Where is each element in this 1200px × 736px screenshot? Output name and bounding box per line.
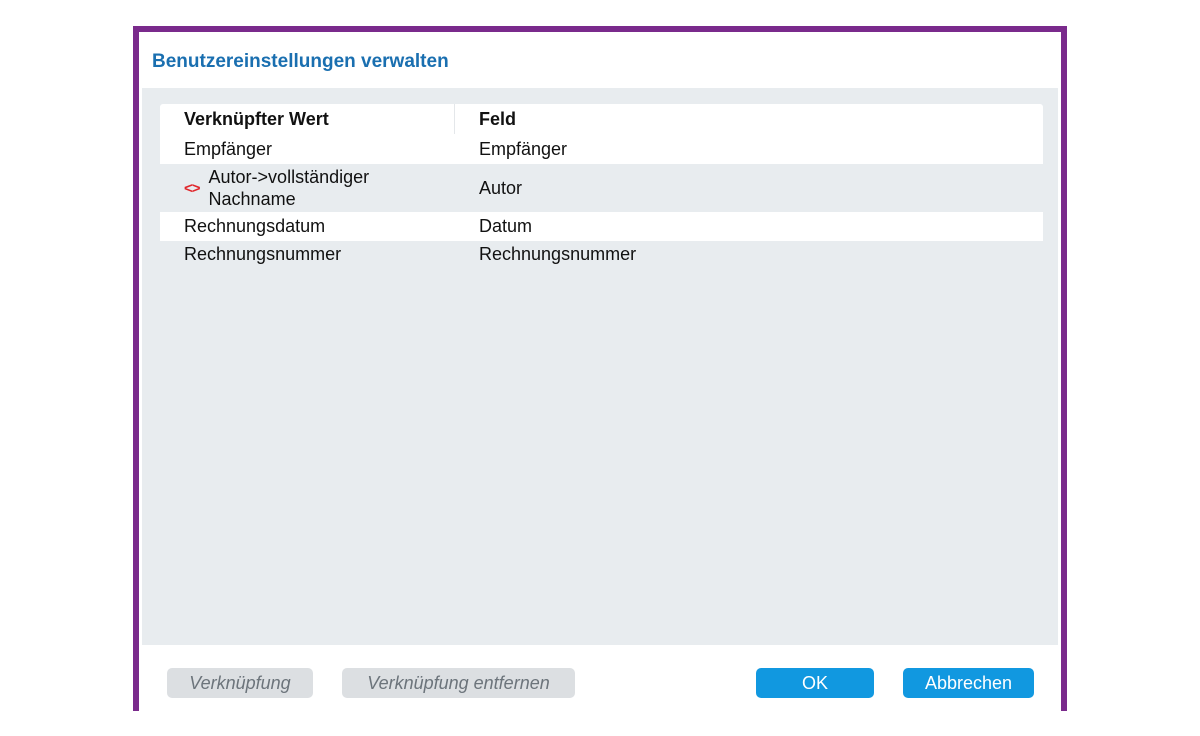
link-button[interactable]: Verknüpfung xyxy=(167,668,313,698)
ok-button[interactable]: OK xyxy=(756,668,874,698)
linked-value-cell: Empfänger xyxy=(184,138,273,159)
linked-value-cell: <> Autor->vollständiger Nachname xyxy=(160,166,455,210)
field-cell: Datum xyxy=(479,216,533,236)
column-header-linked-value[interactable]: Verknüpfter Wert xyxy=(160,104,455,134)
linked-value-cell: Rechnungsnummer xyxy=(184,244,342,264)
table-header: Verknüpfter Wert Feld xyxy=(160,104,1043,134)
mapping-table-panel: Verknüpfter Wert Feld Empfänger Empfänge… xyxy=(142,88,1058,645)
field-cell: Empfänger xyxy=(479,138,568,159)
mapping-table: Verknüpfter Wert Feld Empfänger Empfänge… xyxy=(160,104,1043,268)
field-cell: Autor xyxy=(479,177,523,198)
remove-link-button[interactable]: Verknüpfung entfernen xyxy=(342,668,575,698)
link-code-icon: <> xyxy=(184,179,201,197)
table-row[interactable]: Rechnungsnummer Rechnungsnummer xyxy=(160,241,1043,268)
table-row[interactable]: <> Autor->vollständiger Nachname Autor xyxy=(160,164,1043,212)
linked-value-line-1: Autor->vollständiger xyxy=(208,167,370,187)
table-row[interactable]: Rechnungsdatum Datum xyxy=(160,212,1043,241)
column-header-field[interactable]: Feld xyxy=(455,109,1043,130)
table-row[interactable]: Empfänger Empfänger xyxy=(160,134,1043,164)
manage-user-settings-dialog: Benutzereinstellungen verwalten Verknüpf… xyxy=(133,26,1067,711)
linked-value-text: Autor->vollständiger Nachname xyxy=(209,166,370,210)
linked-value-cell: Rechnungsdatum xyxy=(184,216,326,236)
dialog-title: Benutzereinstellungen verwalten xyxy=(152,51,449,72)
linked-value-line-2: Nachname xyxy=(208,189,296,209)
field-cell: Rechnungsnummer xyxy=(479,244,637,264)
cancel-button[interactable]: Abbrechen xyxy=(903,668,1034,698)
dialog-footer: Verknüpfung Verknüpfung entfernen OK Abb… xyxy=(139,645,1061,711)
